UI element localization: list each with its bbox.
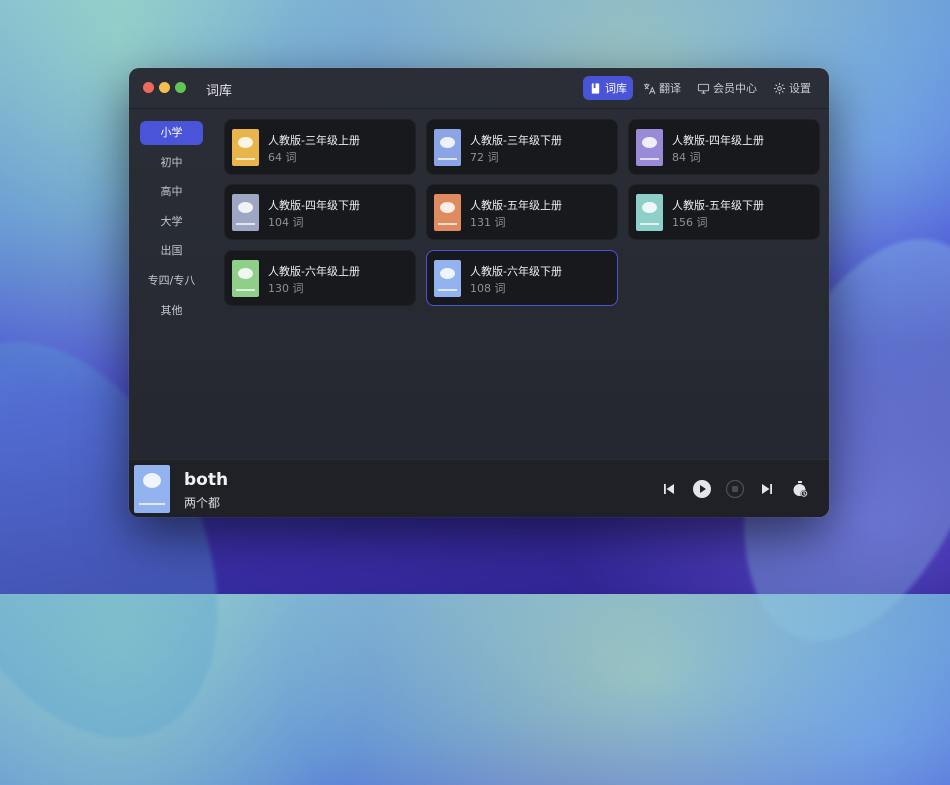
book-title: 人教版-三年级下册 [470, 134, 562, 147]
book-word-count: 130 词 [268, 282, 304, 295]
translate-icon [643, 82, 656, 94]
nav-translate[interactable]: 翻译 [637, 76, 687, 100]
nav-membership-label: 会员中心 [713, 82, 757, 95]
book-title: 人教版-四年级下册 [268, 199, 360, 212]
window-title: 词库 [206, 84, 233, 99]
book-cover [434, 260, 461, 297]
player-bar: both 两个都 [129, 459, 829, 517]
nav-membership[interactable]: 会员中心 [691, 76, 763, 100]
sidebar-item-tem[interactable]: 专四/专八 [140, 269, 203, 293]
book-word-count: 156 词 [672, 216, 708, 229]
minimize-window-button[interactable] [159, 82, 170, 93]
book-icon [591, 82, 600, 94]
current-word: both [184, 470, 229, 490]
book-word-count: 84 词 [672, 151, 701, 164]
book-word-count: 104 词 [268, 216, 304, 229]
previous-icon[interactable] [659, 479, 679, 499]
book-card-selected[interactable]: 人教版-六年级下册 108 词 [426, 250, 618, 306]
nav-settings-label: 设置 [789, 82, 811, 95]
book-title: 人教版-六年级上册 [268, 265, 360, 278]
monitor-icon [697, 83, 710, 94]
timer-icon[interactable] [790, 479, 810, 499]
book-word-count: 131 词 [470, 216, 506, 229]
nav-wordbank-label: 词库 [605, 82, 627, 95]
sidebar-item-university[interactable]: 大学 [140, 210, 203, 234]
player-book-cover [134, 465, 170, 513]
book-card[interactable]: 人教版-三年级下册 72 词 [426, 119, 618, 175]
nav-translate-label: 翻译 [659, 82, 681, 95]
sidebar-item-other[interactable]: 其他 [140, 299, 203, 323]
next-icon[interactable] [757, 479, 777, 499]
book-cover [232, 194, 259, 231]
category-sidebar: 小学 初中 高中 大学 出国 专四/专八 其他 [140, 121, 203, 328]
sidebar-item-primary[interactable]: 小学 [140, 121, 203, 145]
book-card[interactable]: 人教版-四年级下册 104 词 [224, 184, 416, 240]
top-nav: 词库 翻译 会员中心 设置 [583, 76, 817, 100]
sidebar-item-junior-high[interactable]: 初中 [140, 151, 203, 175]
book-cover [434, 129, 461, 166]
book-cover [636, 129, 663, 166]
book-word-count: 72 词 [470, 151, 499, 164]
book-cover [434, 194, 461, 231]
book-title: 人教版-六年级下册 [470, 265, 562, 278]
book-card[interactable]: 人教版-四年级上册 84 词 [628, 119, 820, 175]
book-card[interactable]: 人教版-三年级上册 64 词 [224, 119, 416, 175]
title-bar: 词库 词库 翻译 会员中心 设置 [129, 68, 829, 109]
close-window-button[interactable] [143, 82, 154, 93]
book-cover [232, 260, 259, 297]
nav-wordbank[interactable]: 词库 [583, 76, 633, 100]
stop-icon[interactable] [725, 479, 745, 499]
book-title: 人教版-三年级上册 [268, 134, 360, 147]
book-cover [636, 194, 663, 231]
book-card[interactable]: 人教版-六年级上册 130 词 [224, 250, 416, 306]
sidebar-item-study-abroad[interactable]: 出国 [140, 239, 203, 263]
play-icon[interactable] [692, 479, 712, 499]
book-title: 人教版-四年级上册 [672, 134, 764, 147]
app-window: 词库 词库 翻译 会员中心 设置 小学 初中 高中 大学 出国 专四/专八 其他… [129, 68, 829, 517]
nav-settings[interactable]: 设置 [767, 76, 817, 100]
book-card[interactable]: 人教版-五年级下册 156 词 [628, 184, 820, 240]
book-title: 人教版-五年级下册 [672, 199, 764, 212]
book-cover [232, 129, 259, 166]
book-title: 人教版-五年级上册 [470, 199, 562, 212]
book-word-count: 64 词 [268, 151, 297, 164]
book-card[interactable]: 人教版-五年级上册 131 词 [426, 184, 618, 240]
current-word-meaning: 两个都 [184, 496, 221, 510]
zoom-window-button[interactable] [175, 82, 186, 93]
sidebar-item-senior-high[interactable]: 高中 [140, 180, 203, 204]
gear-icon [773, 82, 786, 94]
book-word-count: 108 词 [470, 282, 506, 295]
